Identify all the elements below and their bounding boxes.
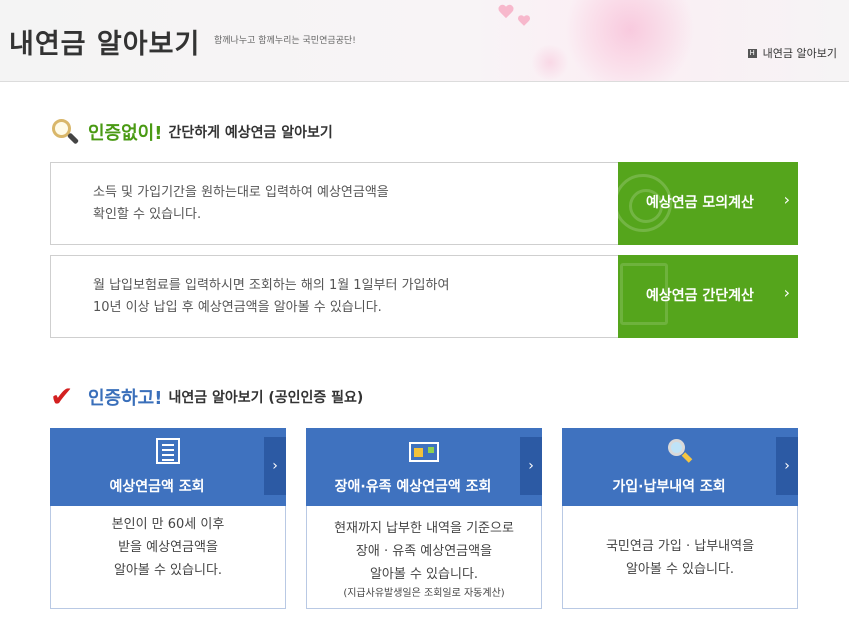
id-card-icon: [409, 442, 439, 462]
decorative-glow: [560, 0, 700, 81]
simple-calc-row: 월 납입보험료를 입력하시면 조회하는 해의 1월 1일부터 가입하여 10년 …: [50, 255, 798, 338]
desc-line: 장애 · 유족 예상연금액을: [355, 544, 493, 559]
card-title: 예상연금액 조회: [109, 479, 205, 495]
document-list-icon: [156, 438, 180, 464]
page-header: 내연금 알아보기 함께나누고 함께누리는 국민연금공단! H 내연금 알아보기: [0, 0, 849, 82]
button-label: 예상연금 간단계산: [646, 288, 754, 304]
breadcrumb-current: 내연금 알아보기: [762, 47, 837, 60]
row-description: 월 납입보험료를 입력하시면 조회하는 해의 1월 1일부터 가입하여 10년 …: [93, 275, 613, 319]
section-emphasis: 인증없이!: [88, 123, 163, 144]
chevron-right-icon: ›: [776, 437, 798, 495]
section-title: 내연금 알아보기 (공인인증 필요): [168, 390, 364, 406]
section-emphasis: 인증하고!: [88, 388, 163, 409]
home-icon[interactable]: H: [747, 48, 757, 58]
chevron-right-icon: ›: [783, 283, 790, 302]
checkmark-icon: ✔: [50, 380, 74, 413]
expected-pension-button[interactable]: 예상연금액 조회 ›: [50, 428, 286, 506]
simple-calc-button[interactable]: 예상연금 간단계산 ›: [618, 255, 798, 338]
expected-pension-card: 예상연금액 조회 › 본인이 만 60세 이후 받을 예상연금액을 알아볼 수 …: [50, 428, 286, 609]
slogan: 함께나누고 함께누리는 국민연금공단!: [214, 36, 356, 46]
card-title: 가입·납부내역 조회: [612, 479, 726, 495]
desc-line: 알아볼 수 있습니다.: [113, 563, 223, 578]
desc-line: 본인이 만 60세 이후: [111, 517, 225, 532]
card-note: (지급사유발생일은 조회일로 자동계산): [343, 588, 505, 599]
chevron-right-icon: ›: [264, 437, 286, 495]
section-heading-auth: ✔ 인증하고! 내연금 알아보기 (공인인증 필요): [50, 382, 363, 412]
disability-survivor-button[interactable]: 장애·유족 예상연금액 조회 ›: [306, 428, 542, 506]
desc-line: 국민연금 가입 · 납부내역을: [605, 539, 755, 554]
simulation-calc-button[interactable]: 예상연금 모의계산 ›: [618, 162, 798, 245]
card-description: 국민연금 가입 · 납부내역을 알아볼 수 있습니다.: [563, 535, 797, 581]
page-title: 내연금 알아보기: [9, 29, 201, 60]
section-heading-no-auth: 인증없이! 간단하게 예상연금 알아보기: [50, 117, 333, 147]
card-description: 본인이 만 60세 이후 받을 예상연금액을 알아볼 수 있습니다.: [51, 513, 285, 582]
enrollment-payment-button[interactable]: 가입·납부내역 조회 ›: [562, 428, 798, 506]
disability-survivor-card: 장애·유족 예상연금액 조회 › 현재까지 납부한 내역을 기준으로 장애 · …: [306, 428, 542, 609]
desc-line: 현재까지 납부한 내역을 기준으로: [334, 521, 514, 536]
desc-line: 확인할 수 있습니다.: [93, 207, 202, 222]
breadcrumb: H 내연금 알아보기: [747, 45, 837, 61]
desc-line: 10년 이상 납입 후 예상연금액을 알아볼 수 있습니다.: [93, 300, 382, 315]
desc-line: 알아볼 수 있습니다.: [625, 562, 735, 577]
heart-icon: [498, 5, 514, 19]
desc-line: 받을 예상연금액을: [118, 540, 218, 555]
chevron-right-icon: ›: [520, 437, 542, 495]
button-label: 예상연금 모의계산: [646, 195, 754, 211]
magnifier-icon: [667, 438, 693, 464]
desc-line: 월 납입보험료를 입력하시면 조회하는 해의 1월 1일부터 가입하여: [93, 278, 450, 293]
card-title: 장애·유족 예상연금액 조회: [334, 479, 492, 495]
enrollment-payment-card: 가입·납부내역 조회 › 국민연금 가입 · 납부내역을 알아볼 수 있습니다.: [562, 428, 798, 609]
section-title: 간단하게 예상연금 알아보기: [168, 125, 333, 141]
desc-line: 알아볼 수 있습니다.: [369, 567, 479, 582]
chevron-right-icon: ›: [783, 190, 790, 209]
row-description: 소득 및 가입기간을 원하는대로 입력하여 예상연금액을 확인할 수 있습니다.: [93, 182, 613, 226]
desc-line: 소득 및 가입기간을 원하는대로 입력하여 예상연금액을: [93, 185, 389, 200]
heart-icon: [518, 15, 531, 26]
decorative-glow: [530, 45, 570, 80]
card-description: 현재까지 납부한 내역을 기준으로 장애 · 유족 예상연금액을 알아볼 수 있…: [307, 517, 541, 602]
simulation-calc-row: 소득 및 가입기간을 원하는대로 입력하여 예상연금액을 확인할 수 있습니다.…: [50, 162, 798, 245]
magnifier-icon: [50, 117, 80, 147]
